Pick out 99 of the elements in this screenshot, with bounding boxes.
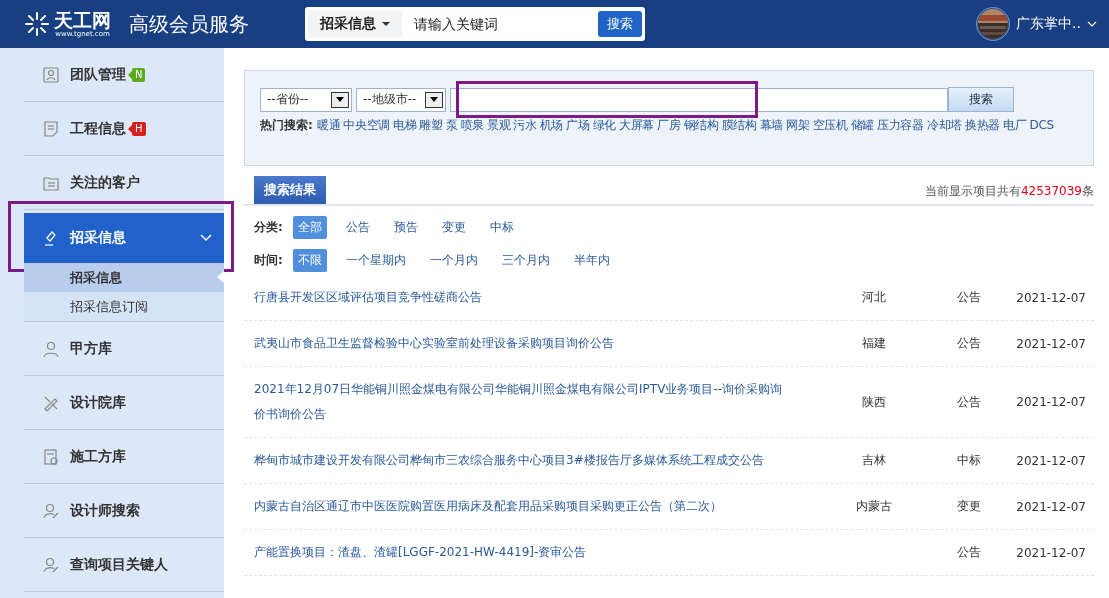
province-select[interactable]: --省份--	[260, 87, 352, 112]
menu-item-label: 设计师搜索	[70, 501, 140, 520]
result-title-link[interactable]: 内蒙古自治区通辽市中医医院购置医用病床及配套用品采购项目采购更正公告（第二次）	[254, 484, 794, 529]
sidebar-item[interactable]: 工程信息 H	[24, 102, 224, 156]
submenu-item[interactable]: 招采信息订阅	[24, 292, 224, 322]
menu-item-icon	[42, 501, 60, 520]
sidebar-item[interactable]: 关注的客户	[24, 156, 224, 210]
menu-item-label: 关注的客户	[70, 173, 140, 192]
filter-option[interactable]: 预告	[388, 215, 423, 239]
date-cell: 2021-12-07	[1016, 336, 1086, 351]
sidebar-item[interactable]: 甲方库	[24, 322, 224, 376]
date-cell: 2021-12-07	[1016, 395, 1086, 409]
hot-search-link[interactable]: 泵	[445, 116, 458, 134]
province-cell: 吉林	[862, 453, 886, 467]
filter-option[interactable]: 一个星期内	[340, 248, 411, 272]
menu-item-label: 查询项目关键人	[70, 555, 168, 574]
menu-item-label: 施工方库	[70, 447, 126, 466]
caret-icon	[382, 22, 390, 26]
search-button[interactable]: 搜索	[598, 11, 642, 37]
hot-search-link[interactable]: 广场	[566, 116, 590, 134]
hot-search-link[interactable]: 网架	[786, 116, 810, 134]
menu-item-label: 工程信息	[70, 119, 126, 138]
hot-search-link[interactable]: 压力容器	[877, 116, 924, 134]
service-title: 高级会员服务	[129, 10, 249, 38]
filter-option[interactable]: 变更	[436, 215, 471, 239]
result-title-link[interactable]: 2021年12月07日华能铜川照金煤电有限公司华能铜川照金煤电有限公司IPTV业务项目--询价采购询价书询价公告	[254, 367, 794, 437]
filter-option[interactable]: 半年内	[568, 248, 615, 272]
hot-search-label: 热门搜索:	[260, 117, 313, 134]
hot-search-link[interactable]: 冷却塔	[926, 116, 962, 134]
filter-option[interactable]: 三个月内	[496, 248, 555, 272]
hot-search-link[interactable]: 空压机	[812, 116, 848, 134]
sidebar-item[interactable]: 查询项目关键人	[24, 538, 224, 592]
keyword-input[interactable]	[450, 87, 948, 112]
hot-search-link[interactable]: DCS	[1029, 116, 1054, 134]
date-cell: 2021-12-07	[1016, 499, 1086, 514]
filter-label: 时间:	[254, 251, 283, 269]
hot-search-link[interactable]: 中央空调	[343, 116, 391, 134]
hot-search-link[interactable]: 厂房	[657, 116, 681, 134]
hot-search-link[interactable]: 绿化	[592, 116, 616, 134]
menu-item-icon	[42, 339, 60, 358]
sidebar-item[interactable]: 招采信息	[24, 213, 224, 263]
menu-item-icon	[42, 65, 60, 84]
type-cell: 公告	[957, 545, 981, 559]
hot-search-link[interactable]: 喷泉	[460, 116, 484, 134]
hot-search-link[interactable]: 膜结构	[721, 116, 757, 134]
sidebar-item[interactable]: 设计师搜索	[24, 484, 224, 538]
logo-text: 天工网	[54, 9, 111, 30]
menu-item-icon	[42, 119, 60, 138]
hot-search-link[interactable]: 钢结构	[683, 116, 719, 134]
menu-item-label: 团队管理	[70, 65, 126, 84]
date-cell: 2021-12-07	[1016, 290, 1086, 305]
province-cell: 陕西	[862, 394, 886, 409]
type-cell: 公告	[957, 336, 981, 350]
menu-item-label: 甲方库	[70, 339, 112, 358]
category-dropdown[interactable]: 招采信息	[308, 10, 402, 38]
user-name[interactable]: 广东掌中..	[1016, 15, 1081, 33]
submenu-item[interactable]: 招采信息	[24, 263, 224, 292]
result-title-link[interactable]: 桦甸市城市建设开发有限公司桦甸市三农综合服务中心项目3#楼报告厅多媒体系统工程成交公告	[254, 438, 794, 483]
result-title-link[interactable]: 武夷山市食品卫生监督检验中心实验室前处理设备采购项目询价公告	[254, 321, 794, 366]
filter-option[interactable]: 中标	[484, 215, 519, 239]
filter-option[interactable]: 公告	[340, 215, 375, 239]
type-cell: 变更	[957, 499, 981, 513]
chevron-down-icon[interactable]	[1087, 21, 1097, 27]
hot-search-link[interactable]: 机场	[539, 116, 564, 134]
hot-search-link[interactable]: 暖通	[316, 116, 341, 134]
hot-search-link[interactable]: 污水	[513, 116, 537, 134]
filter-option[interactable]: 一个月内	[424, 248, 483, 272]
filter-label: 分类:	[254, 218, 283, 236]
date-cell: 2021-12-07	[1016, 545, 1086, 560]
city-select[interactable]: --地级市--	[356, 87, 446, 112]
menu-item-label: 设计院库	[70, 393, 126, 412]
hot-search-link[interactable]: 换热器	[964, 116, 1001, 134]
results-tab[interactable]: 搜索结果	[254, 176, 326, 204]
search-button[interactable]: 搜索	[948, 87, 1014, 112]
sidebar-item[interactable]: 团队管理 N	[24, 48, 224, 102]
hot-search-link[interactable]: 雕塑	[419, 116, 443, 134]
date-cell: 2021-12-07	[1016, 453, 1086, 468]
header-search-field[interactable]: 招采信息 请输入关键词 搜索	[305, 7, 645, 41]
type-cell: 中标	[957, 453, 981, 467]
result-title-link[interactable]: 产能置换项目：渣盘、渣罐[LGGF-2021-HW-4419]-资审公告	[254, 530, 794, 575]
menu-item-icon	[42, 555, 60, 574]
hot-search-link[interactable]: 大屏幕	[619, 116, 655, 134]
sparkle-logo-icon	[24, 11, 50, 37]
sidebar-item[interactable]: 施工方库	[24, 430, 224, 484]
result-title-link[interactable]: 行唐县开发区区域评估项目竞争性磋商公告	[254, 275, 794, 320]
menu-item-icon	[42, 447, 60, 466]
hot-search-link[interactable]: 储罐	[850, 116, 875, 134]
province-cell: 福建	[862, 336, 886, 350]
sidebar-item[interactable]: 设计院库	[24, 376, 224, 430]
menu-item-label: 招采信息	[70, 229, 126, 247]
type-cell: 公告	[957, 394, 981, 409]
hot-search-link[interactable]: 幕墙	[759, 116, 784, 134]
hot-search-link[interactable]: 电厂	[1003, 116, 1027, 134]
hot-search-link[interactable]: 电梯	[393, 116, 417, 134]
province-cell: 内蒙古	[856, 499, 892, 513]
type-cell: 公告	[957, 290, 981, 304]
hot-search-link[interactable]: 景观	[486, 116, 511, 134]
result-count: 当前显示项目共有42537039条	[924, 183, 1094, 200]
province-cell: 河北	[862, 290, 886, 304]
